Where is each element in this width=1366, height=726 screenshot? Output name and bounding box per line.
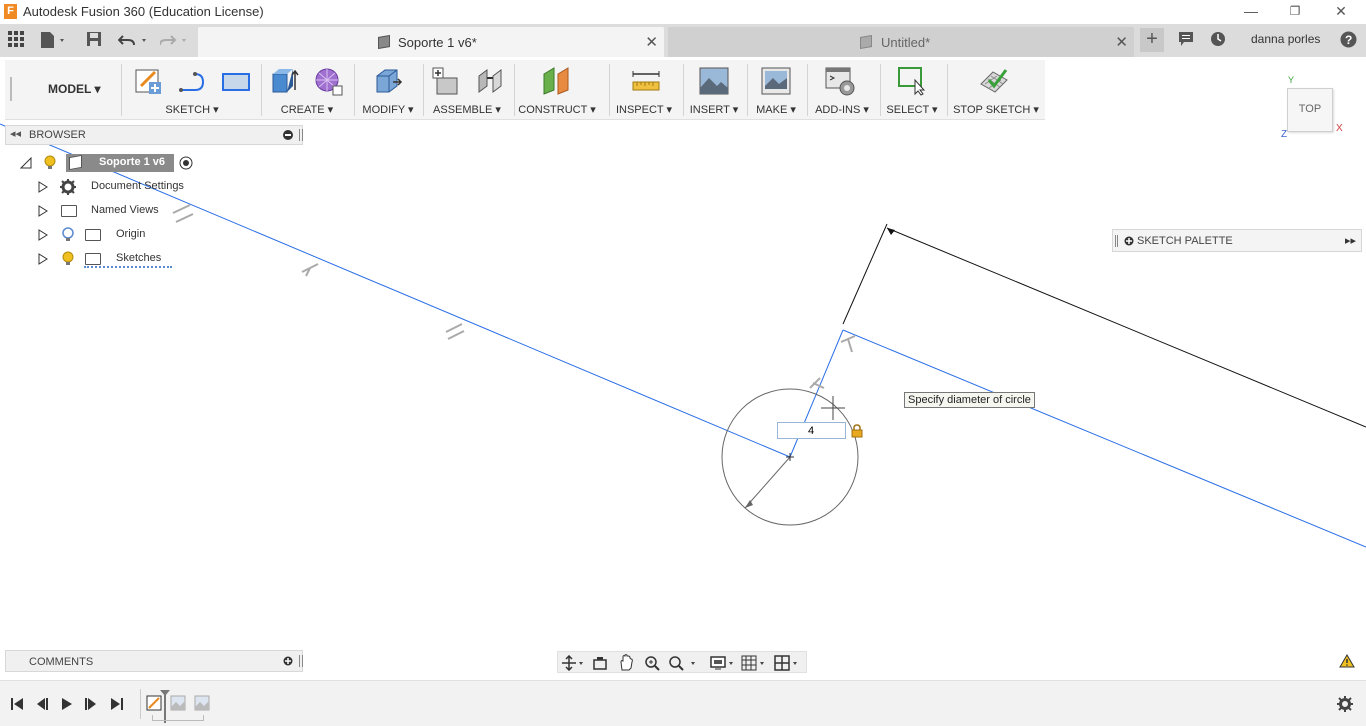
viewcube[interactable]: TOP — [1287, 88, 1333, 132]
axis-x-label: X — [1336, 123, 1343, 134]
browser-item-sketches[interactable]: Sketches — [36, 249, 196, 269]
browser-root-row[interactable]: Soporte 1 v6 — [18, 153, 198, 173]
browser-item-document-settings[interactable]: Document Settings — [36, 177, 196, 197]
pin-browser-icon[interactable] — [299, 129, 303, 141]
minimize-browser-icon[interactable] — [283, 130, 293, 140]
fit-zoom-icon[interactable] — [668, 655, 698, 671]
add-comment-icon[interactable] — [283, 656, 293, 666]
expand-arrow-icon[interactable] — [38, 181, 48, 193]
dimension-line — [842, 223, 888, 325]
palette-expand-arrows-icon[interactable]: ▸▸ — [1345, 234, 1356, 247]
palette-grip[interactable] — [1115, 235, 1118, 247]
look-at-icon[interactable] — [592, 655, 608, 671]
folder-icon — [61, 205, 77, 217]
folder-icon — [85, 229, 101, 241]
collapse-arrow-icon[interactable] — [20, 157, 32, 169]
parallel-constraint-icon — [445, 323, 465, 340]
root-label: Soporte 1 v6 — [99, 156, 166, 168]
active-sketch-underline — [84, 266, 172, 268]
pin-comments-icon[interactable] — [299, 655, 303, 667]
display-settings-icon[interactable] — [710, 655, 738, 671]
folder-icon — [85, 253, 101, 265]
navigation-bar — [557, 651, 807, 673]
activate-radio-icon[interactable] — [179, 156, 193, 170]
timeline-bar — [0, 680, 1366, 726]
tree-label: Document Settings — [91, 180, 184, 192]
orbit-icon[interactable] — [561, 655, 585, 671]
expand-arrow-icon[interactable] — [38, 205, 48, 217]
collapse-browser-icon[interactable]: ◂◂ — [10, 127, 21, 140]
comments-panel[interactable]: COMMENTS — [5, 650, 303, 672]
timeline-group-bracket — [152, 715, 204, 721]
go-to-start-icon[interactable] — [10, 697, 24, 711]
expand-arrow-icon[interactable] — [38, 253, 48, 265]
visibility-bulb-icon[interactable] — [62, 251, 74, 266]
diameter-input[interactable] — [777, 422, 846, 439]
browser-item-origin[interactable]: Origin — [36, 225, 196, 245]
timeline-settings-gear-icon[interactable] — [1337, 696, 1353, 712]
design-canvas[interactable] — [0, 0, 1366, 726]
axis-y-label: Y — [1288, 75, 1295, 85]
diameter-arrow — [745, 500, 753, 508]
tree-label: Origin — [116, 228, 146, 240]
cursor-crosshair — [821, 396, 845, 420]
tooltip: Specify diameter of circle — [904, 392, 1035, 408]
tree-label: Named Views — [91, 204, 159, 216]
divider — [140, 689, 141, 719]
sketch-palette-title: SKETCH PALETTE — [1137, 235, 1233, 247]
sketch-line[interactable] — [842, 329, 1366, 548]
tree-label: Sketches — [116, 252, 162, 264]
dimension-arrow — [887, 228, 895, 235]
browser-header[interactable]: ◂◂ BROWSER — [5, 125, 303, 145]
browser-title: BROWSER — [29, 129, 86, 141]
perpendicular-constraint-icon — [840, 335, 856, 353]
zoom-icon[interactable] — [644, 655, 660, 671]
expand-palette-icon[interactable] — [1124, 236, 1134, 246]
grid-settings-icon[interactable] — [741, 655, 769, 671]
pan-hand-icon[interactable] — [618, 654, 634, 672]
perpendicular-constraint-icon — [301, 263, 319, 277]
sketch-palette[interactable]: SKETCH PALETTE ▸▸ — [1112, 229, 1362, 252]
timeline-feature-icon[interactable] — [194, 695, 210, 711]
viewports-icon[interactable] — [774, 655, 802, 671]
comments-title: COMMENTS — [29, 656, 94, 668]
browser-item-named-views[interactable]: Named Views — [36, 201, 196, 221]
timeline-feature-icon[interactable] — [170, 695, 186, 711]
sketch-line[interactable] — [0, 123, 791, 458]
expand-arrow-icon[interactable] — [38, 229, 48, 241]
lock-icon[interactable] — [851, 424, 863, 438]
gear-icon — [60, 179, 76, 195]
diameter-line — [744, 456, 791, 509]
go-to-end-icon[interactable] — [110, 697, 124, 711]
visibility-bulb-icon[interactable] — [44, 155, 56, 170]
viewcube-face-label: TOP — [1298, 103, 1322, 115]
step-forward-icon[interactable] — [84, 697, 98, 711]
visibility-bulb-icon[interactable] — [62, 227, 74, 242]
component-icon — [69, 154, 82, 171]
step-back-icon[interactable] — [35, 697, 49, 711]
play-icon[interactable] — [60, 697, 74, 711]
warning-icon[interactable] — [1339, 654, 1355, 668]
